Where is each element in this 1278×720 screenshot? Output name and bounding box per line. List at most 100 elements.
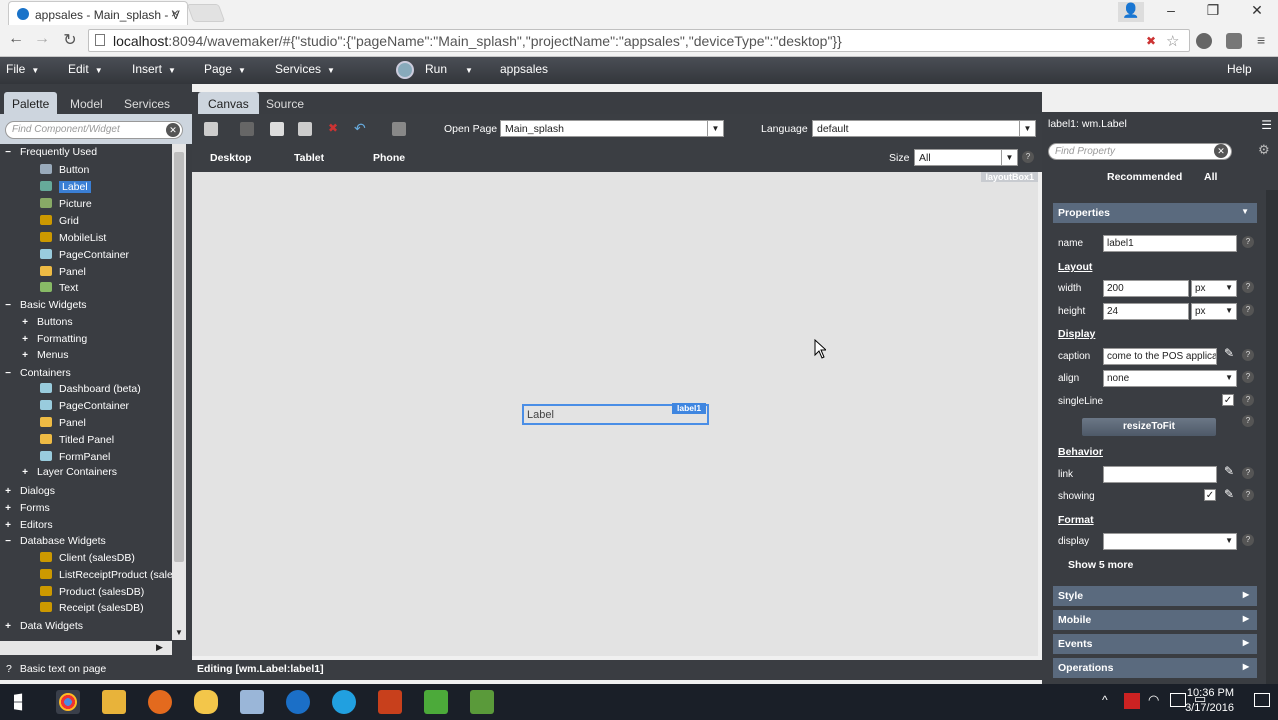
help-icon[interactable]: ? [1242, 281, 1254, 293]
tab-recommended[interactable]: Recommended [1107, 171, 1182, 183]
resize-to-fit-button[interactable]: resizeToFit [1082, 418, 1216, 436]
tree-item[interactable]: Button [40, 162, 89, 178]
menu-insert[interactable]: Insert ▼ [132, 62, 176, 76]
run-button[interactable]: Run ▼ [425, 62, 473, 76]
tree-item[interactable]: + Menus [20, 347, 68, 364]
expand-icon[interactable]: + [20, 465, 30, 481]
tree-item[interactable]: Grid [40, 213, 79, 229]
tab-palette[interactable]: Palette [4, 92, 58, 114]
firefox-icon[interactable] [148, 690, 172, 714]
design-canvas[interactable]: layoutBox1 Label label1 [192, 172, 1038, 656]
section-properties[interactable]: Properties ▼ [1053, 203, 1257, 223]
user-icon[interactable]: 👤 [1118, 2, 1144, 22]
help-icon[interactable]: ? [1242, 349, 1254, 361]
outline-icon[interactable] [392, 122, 406, 136]
edge-icon[interactable] [286, 690, 310, 714]
battery-icon[interactable] [1170, 693, 1186, 707]
tray-up-icon[interactable]: ^ [1102, 693, 1108, 707]
clock[interactable]: 10:36 PM 3/17/2016 [1185, 686, 1234, 716]
component-search-input[interactable]: Find Component/Widget [5, 121, 183, 139]
tree-item[interactable]: ListReceiptProduct (sales [40, 567, 172, 583]
showing-checkbox[interactable]: ✓ [1204, 489, 1216, 501]
height-unit-select[interactable]: px ▼ [1191, 303, 1237, 320]
gear-icon[interactable] [396, 61, 414, 79]
menu-edit[interactable]: Edit ▼ [68, 62, 103, 76]
browser-tab[interactable]: appsales - Main_splash - V × [8, 1, 188, 25]
back-icon[interactable]: ← [6, 30, 26, 48]
undo-icon[interactable]: ↶ [354, 120, 366, 137]
expand-icon[interactable]: + [20, 348, 30, 364]
help-icon[interactable]: ? [1242, 371, 1254, 383]
skype-icon[interactable] [332, 690, 356, 714]
palette-scrollbar[interactable]: ▼ [172, 144, 186, 640]
device-desktop[interactable]: Desktop [210, 152, 251, 164]
scroll-right-icon[interactable]: ▶ [156, 642, 163, 653]
chrome-icon[interactable] [59, 693, 77, 711]
scroll-thumb[interactable] [174, 152, 184, 562]
help-icon[interactable]: ? [1022, 151, 1034, 163]
open-page-select[interactable]: Main_splash ▼ [500, 120, 724, 137]
tree-item[interactable]: Titled Panel [40, 432, 114, 448]
panel-menu-icon[interactable]: ☰ [1261, 118, 1272, 132]
menu-services[interactable]: Services ▼ [275, 62, 335, 76]
tree-item[interactable]: Picture [40, 196, 92, 212]
tree-item[interactable]: + Forms [3, 500, 50, 516]
extension-icon[interactable] [1196, 33, 1212, 49]
palette-hscrollbar[interactable]: ▶ [0, 641, 172, 655]
minimize-button[interactable]: – [1158, 2, 1184, 22]
tab-canvas[interactable]: Canvas [198, 92, 259, 114]
tree-item[interactable]: Receipt (salesDB) [40, 600, 144, 616]
forward-icon[interactable]: → [32, 30, 52, 48]
gear-icon[interactable]: ⚙ [1258, 142, 1270, 158]
close-window-button[interactable]: ✕ [1244, 2, 1270, 22]
properties-scrollbar[interactable] [1266, 190, 1278, 684]
help-icon[interactable]: ? [1242, 304, 1254, 316]
tree-item[interactable]: + Dialogs [3, 483, 55, 499]
expand-icon[interactable]: + [3, 484, 13, 500]
expand-icon[interactable]: + [20, 332, 30, 348]
menu-icon[interactable]: ≡ [1257, 32, 1265, 48]
folder-icon[interactable] [102, 690, 126, 714]
tree-item[interactable]: Panel [40, 264, 86, 280]
collapse-icon[interactable]: − [3, 145, 13, 161]
tree-item[interactable]: Client (salesDB) [40, 550, 135, 566]
clear-search-icon[interactable]: ✕ [166, 123, 180, 137]
expand-icon[interactable]: + [3, 518, 13, 534]
app-icon[interactable] [194, 690, 218, 714]
property-search-input[interactable]: Find Property [1048, 143, 1232, 160]
paste-icon[interactable] [298, 122, 312, 136]
collapse-icon[interactable]: − [3, 298, 13, 314]
wifi-icon[interactable]: ◠ [1148, 692, 1159, 708]
width-unit-select[interactable]: px ▼ [1191, 280, 1237, 297]
width-input[interactable]: 200 [1103, 280, 1189, 297]
device-phone[interactable]: Phone [373, 152, 405, 164]
tree-item[interactable]: Label [40, 179, 91, 195]
copy-icon[interactable] [270, 122, 284, 136]
collapse-icon[interactable]: − [3, 366, 13, 382]
star-icon[interactable]: ☆ [1166, 32, 1179, 50]
tree-item[interactable]: + Buttons [20, 314, 73, 330]
app-icon[interactable] [240, 690, 264, 714]
expand-icon[interactable]: + [3, 501, 13, 517]
new-tab-button[interactable] [186, 4, 226, 22]
collapse-icon[interactable]: − [3, 534, 13, 550]
section-mobile[interactable]: Mobile ▶ [1053, 610, 1257, 630]
app-icon[interactable] [378, 690, 402, 714]
tree-item[interactable]: Product (salesDB) [40, 584, 144, 600]
tree-item[interactable]: − Containers [3, 365, 71, 381]
tree-item[interactable]: Panel [40, 415, 86, 431]
close-tab-icon[interactable]: × [171, 5, 179, 21]
display-select[interactable]: ▼ [1103, 533, 1237, 550]
size-select[interactable]: All ▼ [914, 149, 1018, 166]
save-icon[interactable] [204, 122, 218, 136]
scroll-down-icon[interactable]: ▼ [175, 628, 183, 637]
tree-item[interactable]: Dashboard (beta) [40, 381, 141, 397]
menu-file[interactable]: File ▼ [6, 62, 39, 76]
edit-icon[interactable]: ✎ [1224, 346, 1234, 360]
tree-item[interactable]: + Editors [3, 517, 53, 533]
clear-search-icon[interactable]: ✕ [1214, 144, 1228, 158]
notifications-icon[interactable] [1254, 693, 1270, 707]
help-menu[interactable]: Help [1227, 62, 1252, 76]
cut-icon[interactable] [240, 122, 254, 136]
device-tablet[interactable]: Tablet [294, 152, 324, 164]
